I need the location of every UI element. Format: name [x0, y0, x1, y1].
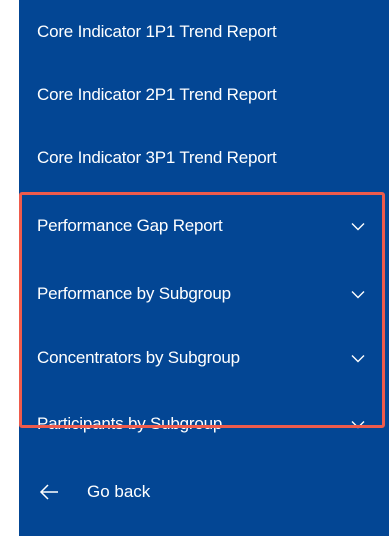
nav-item-label: Participants by Subgroup [37, 414, 223, 433]
navigation-panel: Core Indicator 1P1 Trend Report Core Ind… [19, 0, 389, 536]
nav-item-participants-by-subgroup[interactable]: Participants by Subgroup [19, 404, 389, 444]
nav-item-label: Core Indicator 3P1 Trend Report [37, 148, 277, 167]
nav-item-performance-by-subgroup[interactable]: Performance by Subgroup [19, 274, 389, 314]
chevron-down-icon[interactable] [351, 351, 365, 365]
nav-item-core-indicator-1p1[interactable]: Core Indicator 1P1 Trend Report [19, 12, 389, 52]
nav-item-performance-gap-report[interactable]: Performance Gap Report [19, 206, 389, 246]
nav-item-label: Core Indicator 1P1 Trend Report [37, 22, 277, 41]
nav-item-core-indicator-3p1[interactable]: Core Indicator 3P1 Trend Report [19, 138, 389, 178]
arrow-left-icon [39, 484, 61, 500]
chevron-down-icon[interactable] [351, 287, 365, 301]
nav-item-label: Performance Gap Report [37, 216, 223, 235]
chevron-down-icon[interactable] [351, 219, 365, 233]
go-back-button[interactable]: Go back [19, 472, 150, 512]
nav-item-core-indicator-2p1[interactable]: Core Indicator 2P1 Trend Report [19, 75, 389, 115]
nav-item-label: Core Indicator 2P1 Trend Report [37, 85, 277, 104]
nav-item-label: Performance by Subgroup [37, 284, 231, 303]
chevron-down-icon[interactable] [351, 417, 365, 431]
nav-item-concentrators-by-subgroup[interactable]: Concentrators by Subgroup [19, 338, 389, 378]
nav-item-label: Concentrators by Subgroup [37, 348, 240, 367]
go-back-label: Go back [87, 482, 151, 501]
